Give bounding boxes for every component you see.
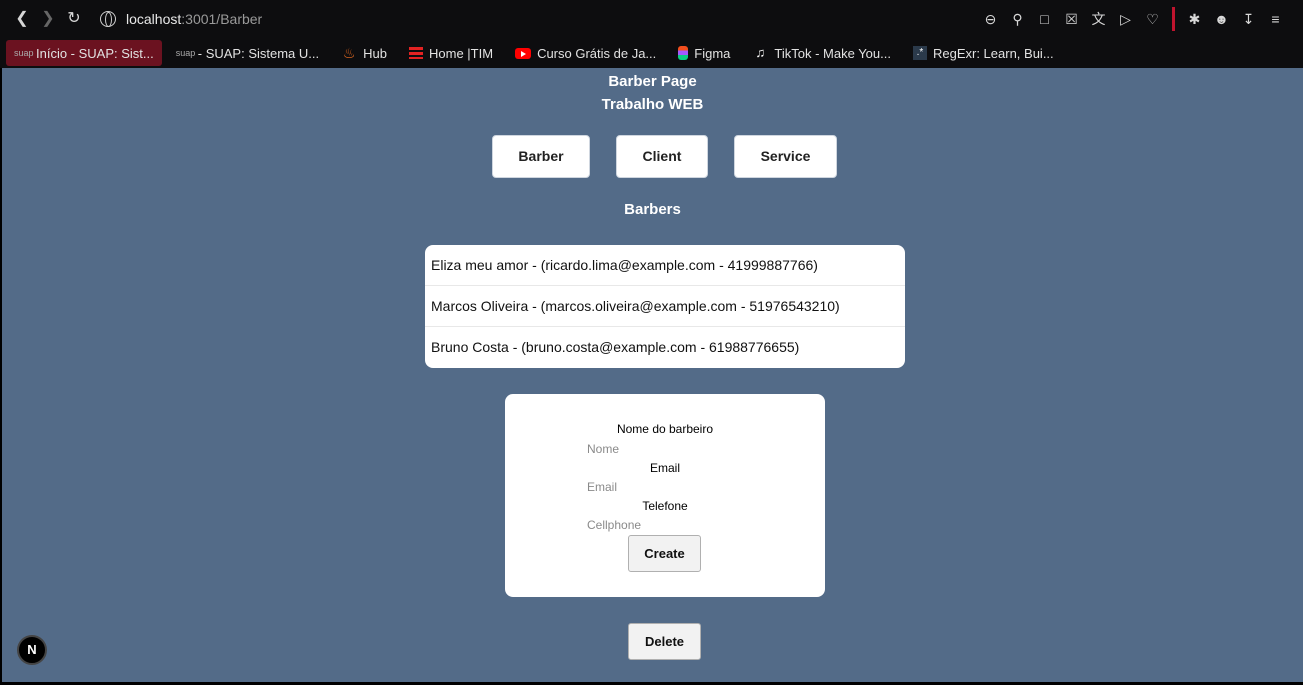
heart-icon[interactable]: ♡	[1139, 8, 1166, 30]
list-item[interactable]: Bruno Costa - (bruno.costa@example.com -…	[425, 327, 905, 368]
bookmarks-bar: suap Início - SUAP: Sist... suap - SUAP: S…	[0, 38, 1303, 68]
page-content: Barber Page Trabalho WEB Barber Client S…	[2, 68, 1303, 682]
suap-icon: suap	[175, 48, 196, 58]
page-subtitle: Trabalho WEB	[601, 96, 704, 113]
url-host: localhost	[126, 11, 182, 27]
profile-icon[interactable]: ☻	[1208, 8, 1235, 30]
barber-list: Eliza meu amor - (ricardo.lima@example.c…	[425, 245, 905, 368]
bookmark-label: TikTok - Make You...	[774, 45, 891, 61]
bookmark-label: Home |TIM	[429, 45, 494, 61]
menu-icon[interactable]: ≡	[1262, 8, 1289, 30]
list-item[interactable]: Eliza meu amor - (ricardo.lima@example.c…	[425, 245, 905, 286]
send-icon[interactable]: ▷	[1112, 8, 1139, 30]
list-item[interactable]: Marcos Oliveira - (marcos.oliveira@examp…	[425, 286, 905, 327]
screenshot-icon[interactable]: □	[1031, 8, 1058, 30]
name-label: Nome do barbeiro	[616, 422, 714, 436]
bookmark-suap-inicio[interactable]: suap Início - SUAP: Sist...	[6, 40, 162, 66]
bookmark-regexr[interactable]: .* RegExr: Learn, Bui...	[905, 40, 1062, 66]
create-barber-form: Nome do barbeiro Email Telefone Create	[505, 394, 825, 597]
back-icon[interactable]: ❮	[12, 9, 32, 29]
section-title: Barbers	[624, 201, 681, 218]
browser-tools: ⊖ ⚲ □ ☒ 文 ▷ ♡ ✱ ☻ ↧ ≡	[977, 7, 1289, 31]
forward-icon[interactable]: ❯	[38, 9, 58, 29]
download-icon[interactable]: ↧	[1235, 8, 1262, 30]
globe-icon	[100, 11, 116, 27]
shield-icon[interactable]: ☒	[1058, 8, 1085, 30]
bookmark-label: - SUAP: Sistema U...	[197, 45, 320, 61]
email-label: Email	[649, 461, 680, 475]
name-field[interactable]	[587, 441, 747, 457]
zoom-out-icon[interactable]: ⊖	[977, 8, 1004, 30]
create-button[interactable]: Create	[628, 535, 701, 572]
bookmark-tiktok[interactable]: ♫ TikTok - Make You...	[744, 40, 899, 66]
nav-client-button[interactable]: Client	[616, 135, 708, 178]
bookmark-tim[interactable]: Home |TIM	[401, 40, 501, 66]
pin-icon[interactable]: ⚲	[1004, 8, 1031, 30]
address-bar[interactable]: localhost:3001/Barber	[100, 9, 262, 29]
translate-icon[interactable]: 文	[1085, 8, 1112, 30]
fire-icon: ♨	[342, 45, 356, 61]
bookmark-label: Início - SUAP: Sist...	[36, 45, 154, 61]
page-title: Barber Page	[608, 73, 697, 90]
nav-barber-button[interactable]: Barber	[492, 135, 590, 178]
bookmark-label: RegExr: Learn, Bui...	[932, 45, 1054, 61]
nav-service-button[interactable]: Service	[734, 135, 837, 178]
nextjs-dev-badge[interactable]: N	[17, 635, 47, 665]
bookmark-suap[interactable]: suap - SUAP: Sistema U...	[168, 40, 327, 66]
email-field[interactable]	[587, 479, 747, 495]
tiktok-icon: ♫	[755, 45, 766, 60]
delete-button[interactable]: Delete	[628, 623, 701, 660]
phone-label: Telefone	[642, 499, 688, 513]
youtube-icon	[515, 47, 532, 59]
browser-toolbar: ❮ ❯ ↻ localhost:3001/Barber ⊖ ⚲ □ ☒ 文 ▷ …	[0, 0, 1303, 38]
toolbar-divider	[1172, 7, 1175, 31]
url-path: :3001/Barber	[181, 11, 263, 27]
bookmark-label: Hub	[363, 45, 387, 61]
reload-icon[interactable]: ↻	[64, 9, 84, 29]
figma-icon	[678, 46, 689, 60]
bookmark-hub[interactable]: ♨ Hub	[333, 40, 395, 66]
bookmark-label: Figma	[694, 45, 731, 61]
tim-icon	[409, 47, 423, 59]
extensions-icon[interactable]: ✱	[1181, 8, 1208, 30]
regexr-icon: .*	[912, 46, 927, 60]
bookmark-figma[interactable]: Figma	[670, 40, 738, 66]
suap-icon: suap	[14, 48, 34, 58]
bookmark-label: Curso Grátis de Ja...	[537, 45, 657, 61]
phone-field[interactable]	[587, 517, 747, 533]
bookmark-youtube[interactable]: Curso Grátis de Ja...	[507, 40, 664, 66]
